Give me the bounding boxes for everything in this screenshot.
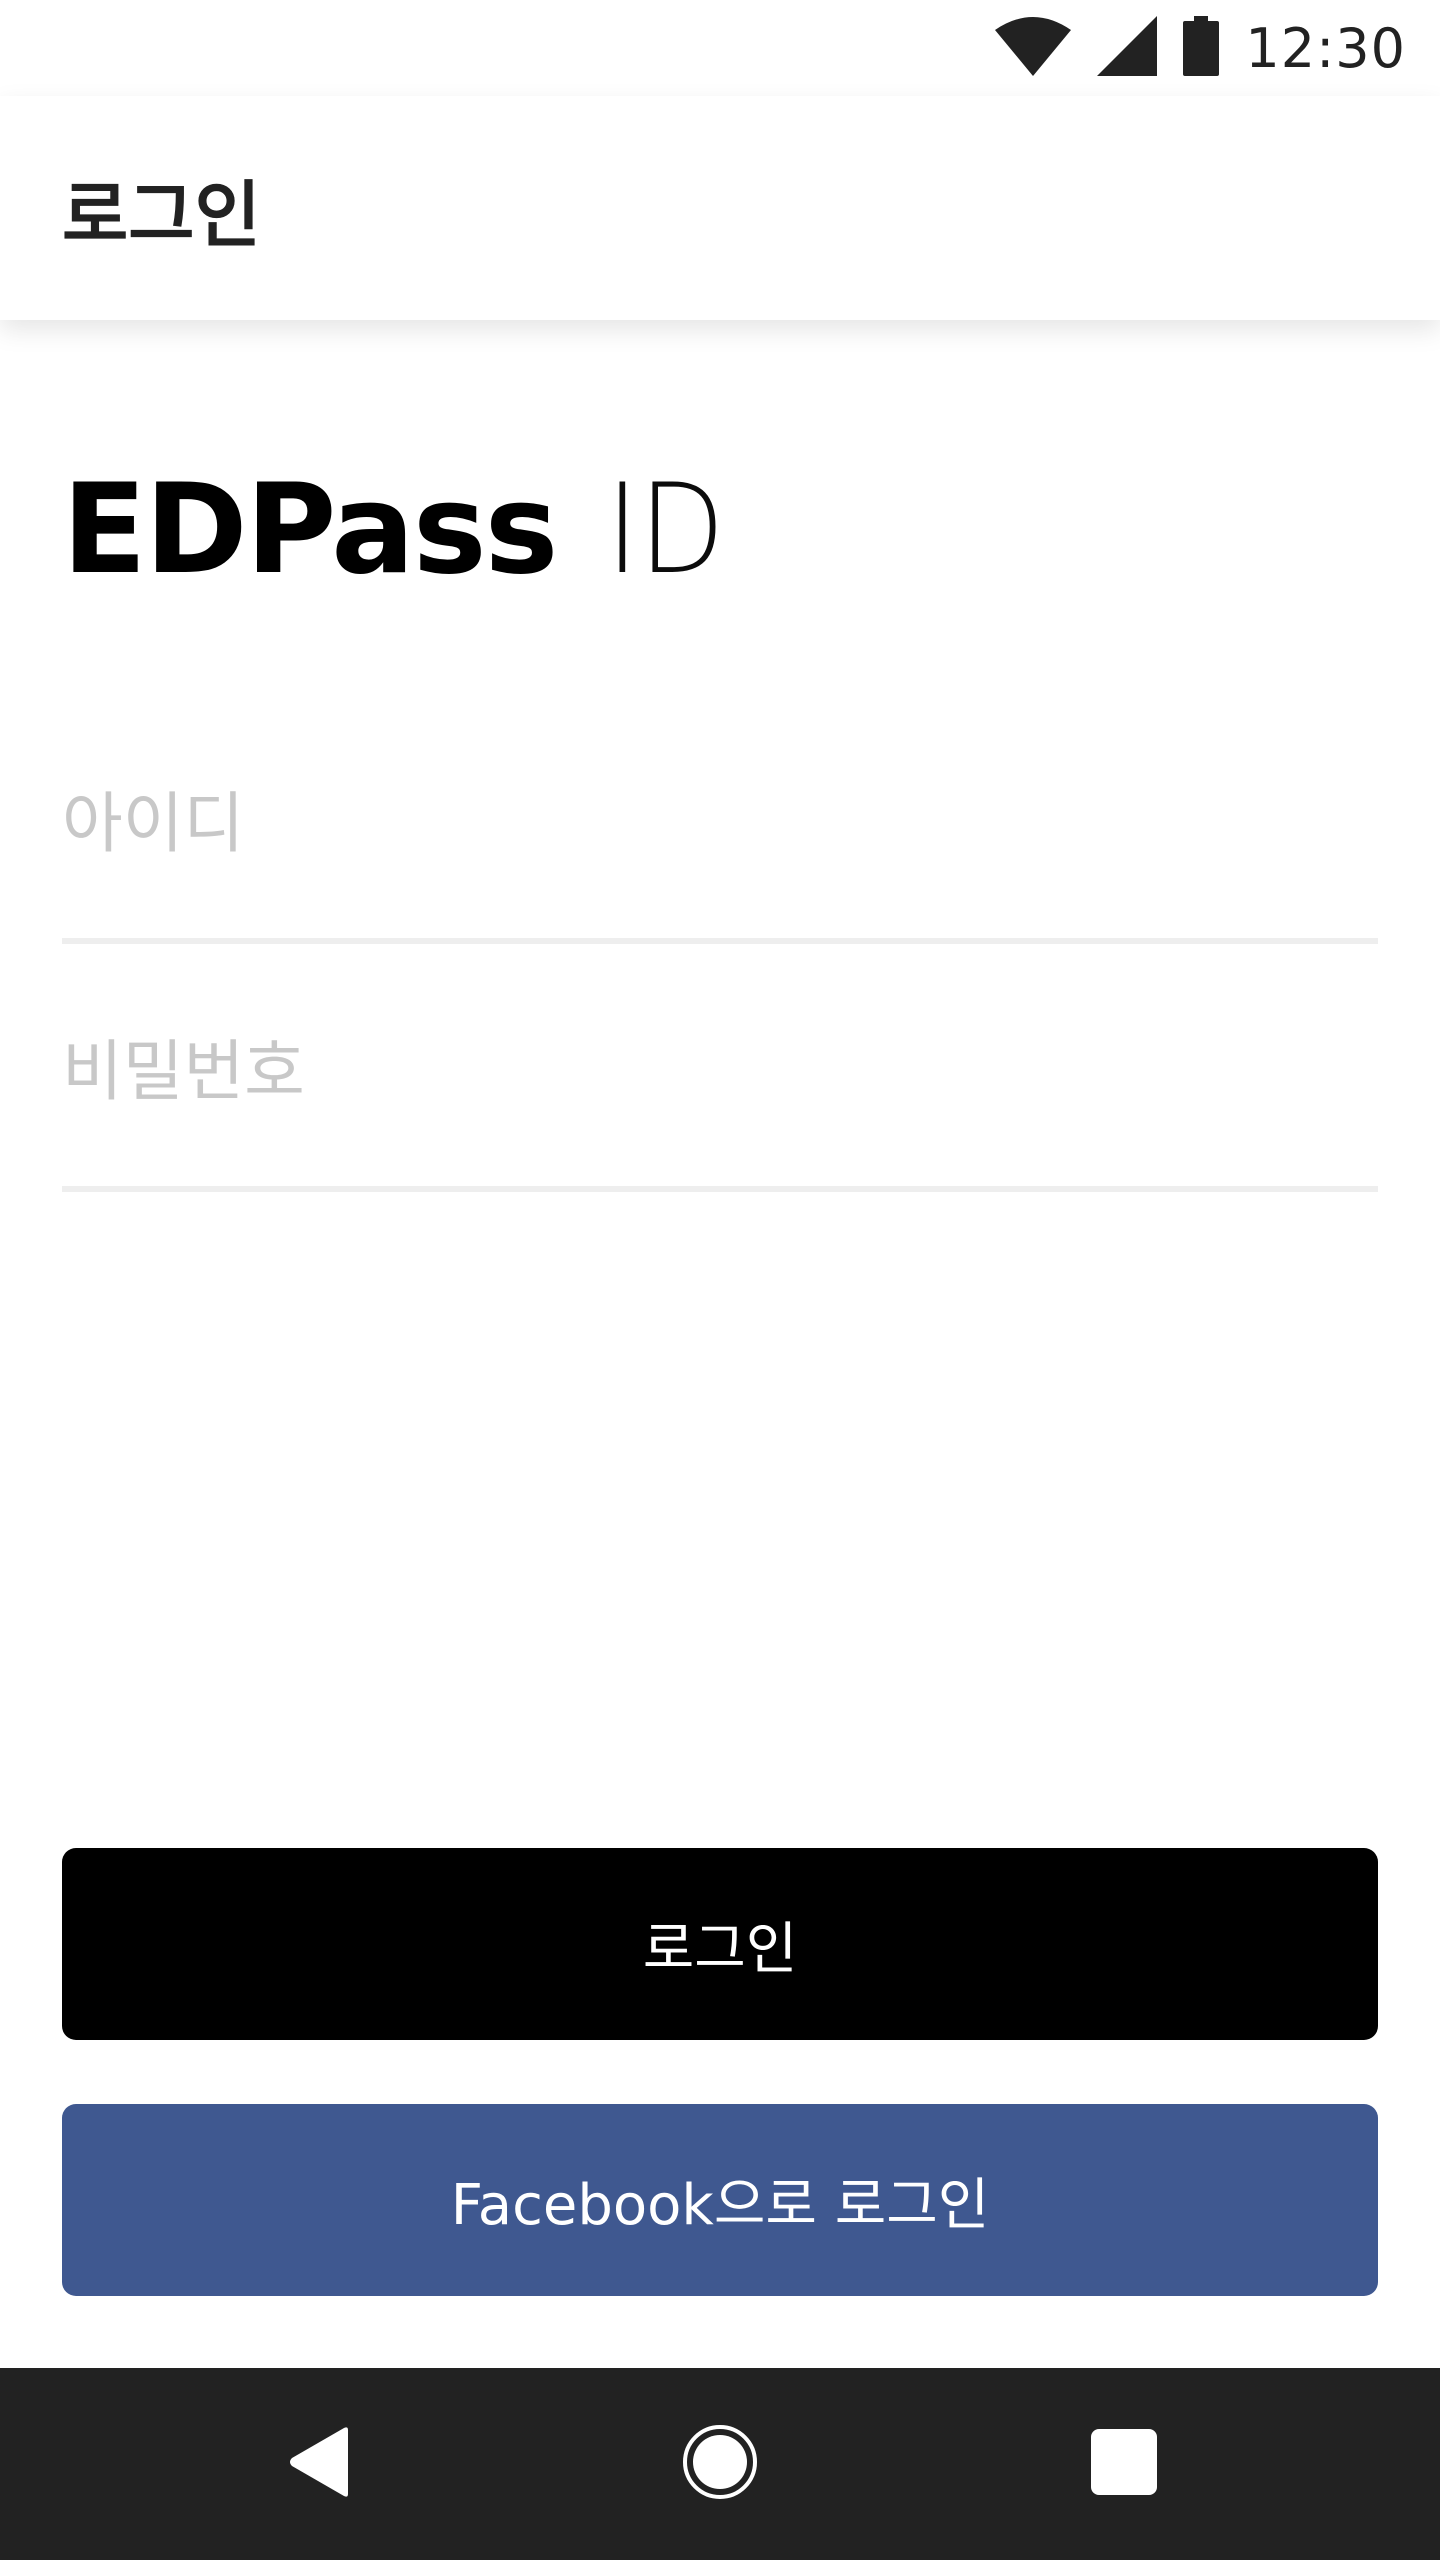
id-field: [62, 784, 1378, 944]
logo-light-text: ID: [606, 458, 726, 602]
login-screen: 12:30 로그인 EDPass ID 로그인 Facebook으로 로그인: [0, 0, 1440, 2560]
wifi-icon: [995, 16, 1072, 80]
password-field: [62, 1032, 1378, 1192]
home-icon: [682, 2424, 758, 2504]
status-bar: 12:30: [0, 0, 1440, 96]
recent-apps-icon: [1091, 2429, 1157, 2499]
battery-icon: [1183, 16, 1220, 80]
edpass-id-logo: EDPass ID: [62, 458, 739, 602]
system-nav-bar: [0, 2368, 1440, 2560]
id-input[interactable]: [62, 785, 1378, 862]
facebook-login-button[interactable]: Facebook으로 로그인: [62, 2104, 1378, 2296]
home-button[interactable]: [600, 2368, 840, 2560]
logo-bold-text: EDPass: [62, 458, 558, 602]
app-bar: 로그인: [0, 96, 1440, 320]
back-icon: [288, 2426, 352, 2502]
password-input[interactable]: [62, 1033, 1378, 1110]
login-button[interactable]: 로그인: [62, 1848, 1378, 2040]
page-title: 로그인: [62, 173, 261, 257]
back-button[interactable]: [200, 2368, 440, 2560]
signal-icon: [1097, 16, 1158, 80]
recent-apps-button[interactable]: [1004, 2368, 1244, 2560]
status-time: 12:30: [1245, 16, 1406, 80]
